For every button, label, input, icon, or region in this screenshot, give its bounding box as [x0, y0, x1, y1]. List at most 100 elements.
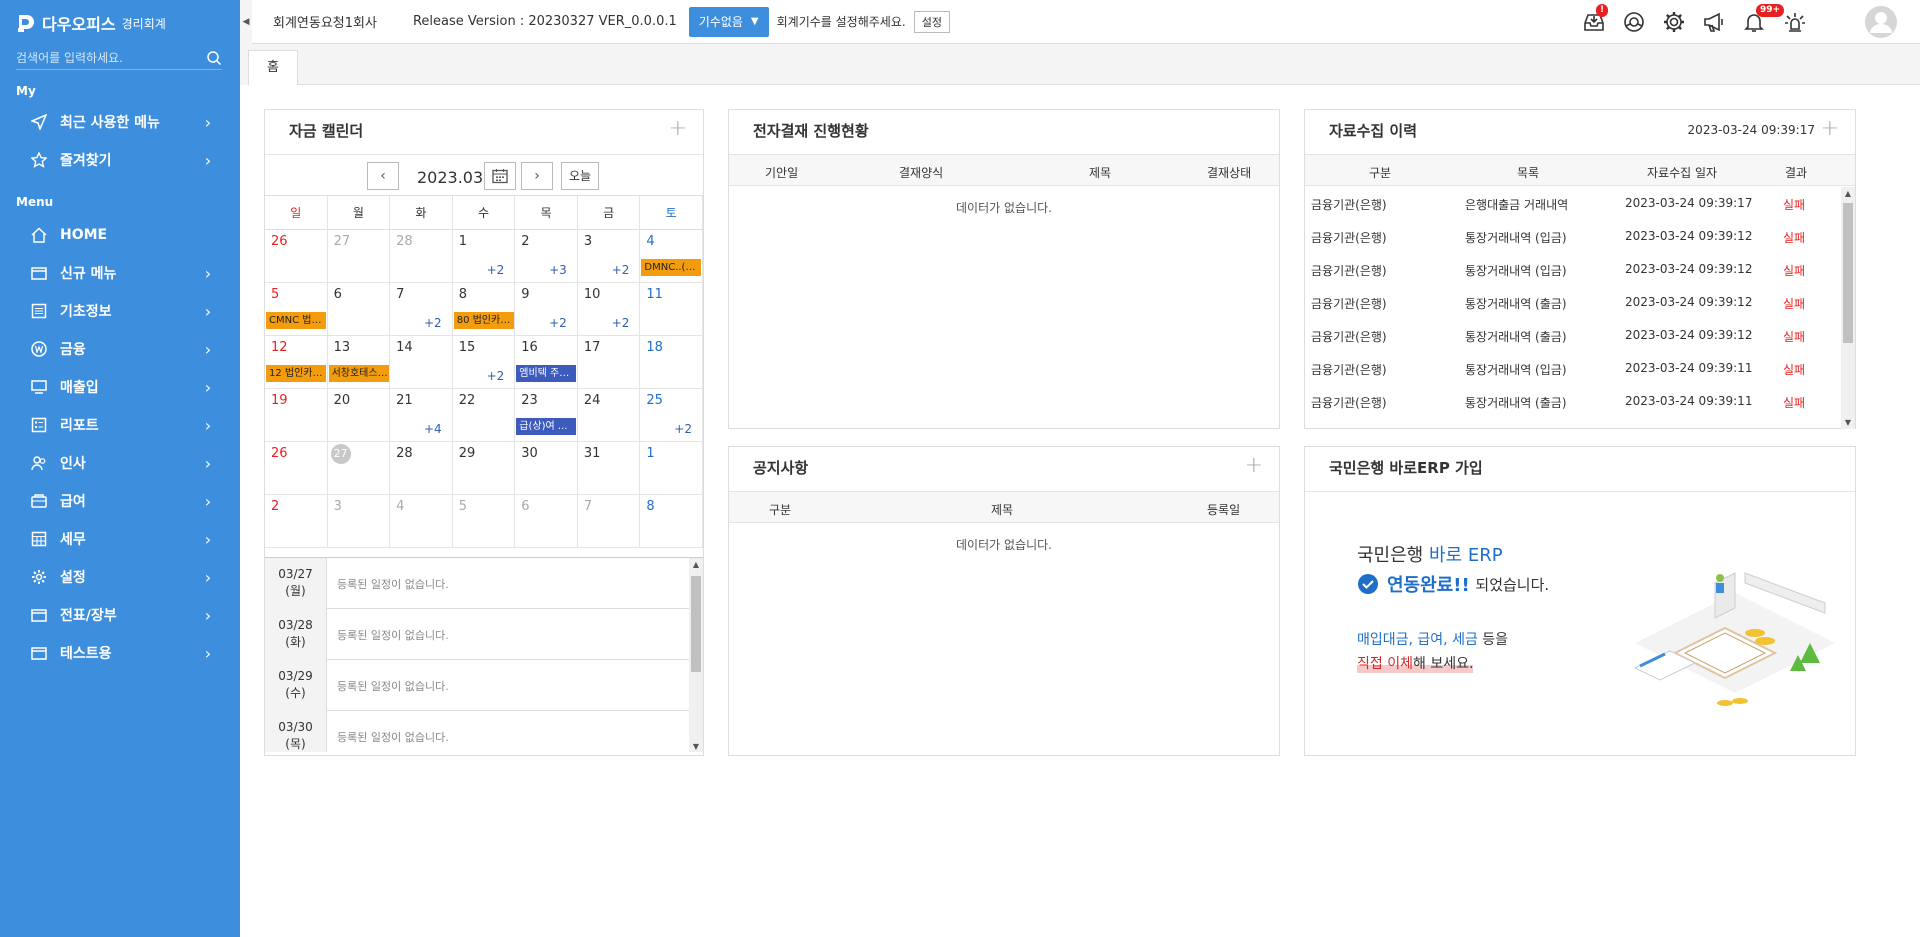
table-row[interactable]: 금융기관(은행) 통장거래내역 (입금) 2023-03-24 09:39:12 실패 [1305, 253, 1835, 286]
support-icon[interactable] [1622, 10, 1648, 36]
inbox-download-icon[interactable]: ! [1582, 4, 1609, 36]
calendar-event[interactable]: 엠비텍 주식... [516, 365, 577, 382]
lamp-icon[interactable] [1783, 10, 1809, 36]
table-row[interactable]: 금융기관(은행) 통장거래내역 (입금) 2023-03-24 09:39:12 실패 [1305, 220, 1835, 253]
calendar-day[interactable]: 6 [515, 495, 578, 548]
calendar-day[interactable]: 4 DMNC..(주)... [640, 230, 703, 283]
fiscal-setup-button[interactable]: 설정 [913, 10, 950, 33]
calendar-day[interactable]: 26 [265, 230, 328, 283]
more-events-link[interactable]: +2 [487, 369, 505, 383]
calendar-event[interactable]: 급(상)여 ... [516, 418, 577, 435]
scroll-down-icon[interactable]: ▼ [689, 742, 703, 751]
sidebar-item-settings[interactable]: 설정 › [0, 559, 240, 595]
calendar-event[interactable]: 12 법인카드... [266, 365, 326, 382]
calendar-day[interactable]: 7 [577, 495, 641, 548]
calendar-event[interactable]: CMNC 법인... [266, 312, 326, 329]
sidebar-item-basic-info[interactable]: 기초정보 › [0, 293, 240, 329]
tab-home[interactable]: 홈 [248, 50, 298, 86]
calendar-day[interactable]: 27 [327, 230, 391, 283]
plus-icon[interactable]: + [1245, 453, 1263, 478]
sidebar-collapse-icon[interactable]: ◀ [241, 13, 251, 31]
calendar-day[interactable]: 24 [577, 389, 641, 442]
scroll-thumb[interactable] [691, 576, 701, 672]
calendar-day[interactable]: 8 80 법인카드... [452, 283, 516, 336]
scroll-thumb[interactable] [1843, 203, 1853, 343]
calendar-day[interactable]: 3 [327, 495, 391, 548]
sidebar-item-recent[interactable]: 최근 사용한 메뉴 › [0, 104, 240, 140]
fiscal-period-dropdown[interactable]: 기수없음 ▼ [688, 6, 769, 37]
calendar-day[interactable]: 28 [390, 442, 453, 495]
calendar-event[interactable]: DMNC..(주)... [641, 259, 702, 276]
calendar-day[interactable]: 9 +2 [515, 283, 578, 336]
search-icon[interactable] [206, 50, 222, 66]
calendar-day[interactable]: 12 12 법인카드... [265, 336, 328, 389]
calendar-day[interactable]: 17 [577, 336, 641, 389]
calendar-day[interactable]: 15 +2 [452, 336, 516, 389]
table-row[interactable]: 금융기관(은행) 통장거래내역 (출금) 2023-03-24 09:39:11 실패 [1305, 385, 1835, 418]
sidebar-item-hr[interactable]: 인사 › [0, 445, 240, 481]
calendar-day[interactable]: 8 [640, 495, 703, 548]
calendar-day[interactable]: 27 [327, 442, 391, 495]
calendar-day[interactable]: 21 +4 [390, 389, 453, 442]
calendar-day[interactable]: 29 [452, 442, 516, 495]
more-events-link[interactable]: +2 [612, 316, 630, 330]
bell-icon[interactable]: 99+ [1742, 4, 1785, 36]
more-events-link[interactable]: +2 [612, 263, 630, 277]
table-row[interactable]: 금융기관(은행) 통장거래내역 (출금) 2023-03-24 09:39:12 실패 [1305, 286, 1835, 319]
calendar-day[interactable]: 30 [515, 442, 578, 495]
more-events-link[interactable]: +2 [424, 316, 442, 330]
calendar-day[interactable]: 2 +3 [515, 230, 578, 283]
sidebar-item-test[interactable]: 테스트용 › [0, 635, 240, 671]
calendar-day[interactable]: 13 서창호테스트... [327, 336, 391, 389]
table-row[interactable]: 금융기관(은행) 은행대출금 거래내역 2023-03-24 09:39:17 실패 [1305, 187, 1835, 220]
app-logo[interactable]: 다우오피스 경리회계 [16, 12, 166, 34]
calendar-day[interactable]: 6 [327, 283, 391, 336]
sidebar-item-voucher-ledger[interactable]: 전표/장부 › [0, 597, 240, 633]
calendar-day[interactable]: 26 [265, 442, 328, 495]
sidebar-item-payroll[interactable]: 급여 › [0, 483, 240, 519]
more-events-link[interactable]: +3 [549, 263, 567, 277]
scroll-up-icon[interactable]: ▲ [689, 560, 703, 569]
calendar-day[interactable]: 1 +2 [452, 230, 516, 283]
calendar-day[interactable]: 22 [452, 389, 516, 442]
more-events-link[interactable]: +4 [424, 422, 442, 436]
calendar-day[interactable]: 11 [640, 283, 703, 336]
sidebar-item-finance[interactable]: 금융 › [0, 331, 240, 367]
calendar-picker-button[interactable] [484, 162, 516, 190]
plus-icon[interactable]: + [1821, 116, 1839, 141]
calendar-day[interactable]: 14 [390, 336, 453, 389]
sidebar-item-sales[interactable]: 매출입 › [0, 369, 240, 405]
sidebar-item-tax[interactable]: 세무 › [0, 521, 240, 557]
calendar-day[interactable]: 20 [327, 389, 391, 442]
calendar-day[interactable]: 31 [577, 442, 641, 495]
calendar-day[interactable]: 10 +2 [577, 283, 641, 336]
sidebar-item-home[interactable]: HOME [0, 217, 240, 253]
calendar-day[interactable]: 19 [265, 389, 328, 442]
more-events-link[interactable]: +2 [487, 263, 505, 277]
megaphone-icon[interactable] [1702, 10, 1728, 36]
calendar-day[interactable]: 3 +2 [577, 230, 641, 283]
more-events-link[interactable]: +2 [674, 422, 692, 436]
prev-month-button[interactable]: ‹ [367, 162, 399, 190]
table-row[interactable]: 금융기관(은행) 통장거래내역 (출금) 2023-03-24 09:39:12 실패 [1305, 319, 1835, 352]
calendar-day[interactable]: 1 [640, 442, 703, 495]
table-row[interactable]: 금융기관(은행) 통장거래내역 (입금) 2023-03-24 09:39:11 실패 [1305, 352, 1835, 385]
sidebar-search-input[interactable] [16, 50, 206, 65]
calendar-day[interactable]: 5 CMNC 법인... [265, 283, 328, 336]
settings-gear-icon[interactable] [1662, 10, 1688, 36]
calendar-day[interactable]: 2 [265, 495, 328, 548]
schedule-scrollbar[interactable]: ▲ ▼ [689, 558, 703, 752]
calendar-event[interactable]: 80 법인카드... [453, 312, 514, 329]
more-events-link[interactable]: +2 [549, 316, 567, 330]
calendar-event[interactable]: 서창호테스트... [328, 365, 389, 382]
today-button[interactable]: 오늘 [561, 162, 599, 190]
calendar-day[interactable]: 25 +2 [640, 389, 703, 442]
calendar-day[interactable]: 28 [390, 230, 453, 283]
scroll-up-icon[interactable]: ▲ [1841, 189, 1855, 198]
calendar-day[interactable]: 23 급(상)여 ... [515, 389, 578, 442]
next-month-button[interactable]: › [521, 162, 553, 190]
sidebar-item-new-menu[interactable]: 신규 메뉴 › [0, 255, 240, 291]
plus-icon[interactable]: + [669, 116, 687, 141]
calendar-day[interactable]: 7 +2 [390, 283, 453, 336]
user-avatar[interactable] [1865, 6, 1897, 38]
